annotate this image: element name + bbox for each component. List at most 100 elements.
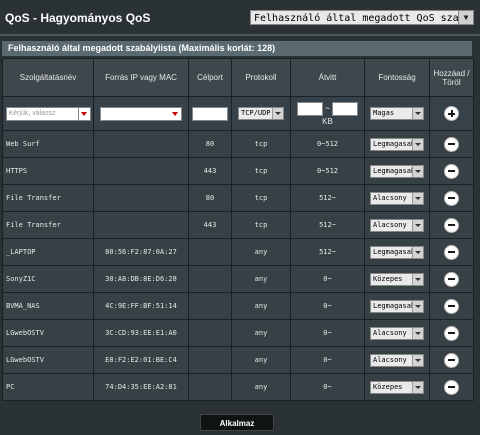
rule-name: File Transfer bbox=[2, 211, 94, 239]
new-rule-row: Kérjük, válassz TCP/UDP ~ KB Magas bbox=[2, 96, 474, 131]
transfer-from-input[interactable] bbox=[296, 101, 323, 116]
rule-priority-select[interactable]: Legmagasabb bbox=[370, 299, 424, 313]
new-add-cell bbox=[429, 96, 474, 131]
rule-transfer: 0~ bbox=[290, 373, 365, 401]
rule-priority-select[interactable]: Közepes bbox=[370, 380, 424, 394]
rule-priority-cell: Legmagasabb bbox=[364, 157, 430, 185]
service-name-dropdown[interactable] bbox=[78, 106, 91, 121]
priority-select[interactable]: Magas bbox=[370, 107, 424, 120]
rule-source: E8:F2:E2:01:BE:C4 bbox=[93, 346, 189, 374]
delete-rule-button[interactable] bbox=[444, 298, 459, 314]
chevron-down-icon bbox=[78, 107, 90, 120]
new-name-cell: Kérjük, válassz bbox=[2, 96, 94, 131]
transfer-range: ~ KB bbox=[296, 101, 359, 126]
rule-priority-select[interactable]: Alacsony bbox=[370, 218, 424, 232]
rule-protocol: any bbox=[231, 265, 291, 293]
rule-transfer: 0~ bbox=[290, 346, 365, 374]
rule-protocol: any bbox=[231, 346, 291, 374]
table-row: _LAPTOP 80:56:F2:87:0A:27 any 512~ Legmagasa… bbox=[2, 238, 474, 266]
rule-name: File Transfer bbox=[2, 184, 94, 212]
rule-port: 80 bbox=[188, 184, 232, 212]
rule-protocol: any bbox=[231, 238, 291, 266]
service-name-input[interactable]: Kérjük, válassz bbox=[5, 106, 79, 121]
rule-priority-select[interactable]: Legmagasabb bbox=[370, 137, 424, 151]
delete-rule-button[interactable] bbox=[444, 190, 459, 206]
delete-rule-button[interactable] bbox=[444, 136, 459, 152]
rule-delete-cell bbox=[429, 346, 474, 374]
add-rule-button[interactable] bbox=[444, 106, 459, 121]
rule-port bbox=[188, 346, 232, 374]
rule-protocol: tcp bbox=[231, 130, 291, 158]
source-ip-mac-input[interactable] bbox=[100, 106, 182, 121]
delete-rule-button[interactable] bbox=[444, 379, 459, 395]
rule-priority-select[interactable]: Alacsony bbox=[370, 191, 424, 205]
table-row: PC 74:D4:35:EE:A2:81 any 0~ Közepes bbox=[2, 373, 474, 401]
rule-name: BVMA_NAS bbox=[2, 292, 94, 320]
divider bbox=[0, 34, 480, 36]
table-row: BVMA_NAS 4C:9E:FF:BF:51:14 any 0~ Legmagasab… bbox=[2, 292, 474, 320]
table-row: SonyZ1C 30:A8:DB:8E:D6:28 any 0~ Közepes bbox=[2, 265, 474, 293]
rule-port: 80 bbox=[188, 130, 232, 158]
rule-delete-cell bbox=[429, 184, 474, 212]
rule-protocol: any bbox=[231, 319, 291, 347]
new-port-cell bbox=[188, 96, 232, 131]
delete-rule-button[interactable] bbox=[444, 163, 459, 179]
rule-source bbox=[93, 157, 189, 185]
delete-rule-button[interactable] bbox=[444, 271, 459, 287]
rule-source bbox=[93, 184, 189, 212]
rules-table: Szolgáltatásnév Forrás IP vagy MAC Célpo… bbox=[2, 58, 474, 401]
rule-priority-cell: Legmagasabb bbox=[364, 238, 430, 266]
chevron-down-icon bbox=[170, 107, 181, 120]
delete-rule-button[interactable] bbox=[444, 244, 459, 260]
rule-name: HTTPS bbox=[2, 157, 94, 185]
transfer-to-input[interactable] bbox=[332, 101, 359, 116]
chevron-down-icon bbox=[412, 246, 423, 258]
new-source-cell bbox=[93, 96, 189, 131]
table-row: LGwebOSTV E8:F2:E2:01:BE:C4 any 0~ Alacsony bbox=[2, 346, 474, 374]
rule-delete-cell bbox=[429, 265, 474, 293]
rule-transfer: 0~512 bbox=[290, 157, 365, 185]
rule-priority-select[interactable]: Alacsony bbox=[370, 353, 424, 367]
rule-priority-select[interactable]: Közepes bbox=[370, 272, 424, 286]
rule-priority-select[interactable]: Legmagasabb bbox=[370, 245, 424, 259]
col-protocol: Protokoll bbox=[231, 58, 291, 97]
chevron-down-icon bbox=[412, 138, 423, 150]
protocol-select[interactable]: TCP/UDP bbox=[238, 107, 284, 120]
chevron-down-icon bbox=[412, 108, 423, 119]
rule-port bbox=[188, 265, 232, 293]
col-add-delete: Hozzáad / Töröl bbox=[429, 58, 474, 97]
apply-button[interactable]: Alkalmaz bbox=[200, 414, 274, 431]
rule-transfer: 0~ bbox=[290, 265, 365, 293]
col-source: Forrás IP vagy MAC bbox=[93, 58, 189, 97]
delete-rule-button[interactable] bbox=[444, 325, 459, 341]
chevron-down-icon: ▼ bbox=[458, 11, 473, 24]
chevron-down-icon bbox=[412, 354, 423, 366]
chevron-down-icon bbox=[412, 165, 423, 177]
rule-priority-select[interactable]: Alacsony bbox=[370, 326, 424, 340]
rule-source bbox=[93, 211, 189, 239]
qos-mode-value: Felhasználó által megadott QoS szabályok bbox=[254, 13, 474, 24]
rule-port bbox=[188, 292, 232, 320]
port-input[interactable] bbox=[192, 106, 228, 121]
chevron-down-icon bbox=[412, 327, 423, 339]
rule-name: Web Surf bbox=[2, 130, 94, 158]
rule-port: 443 bbox=[188, 157, 232, 185]
rule-protocol: any bbox=[231, 373, 291, 401]
table-header: Szolgáltatásnév Forrás IP vagy MAC Célpo… bbox=[2, 58, 474, 97]
chevron-down-icon bbox=[412, 300, 423, 312]
col-transferred: Átvitt bbox=[290, 58, 365, 97]
rule-port bbox=[188, 238, 232, 266]
rule-priority-cell: Legmagasabb bbox=[364, 130, 430, 158]
table-row: File Transfer 443 tcp 512~ Alacsony bbox=[2, 211, 474, 239]
delete-rule-button[interactable] bbox=[444, 352, 459, 368]
qos-mode-select[interactable]: Felhasználó által megadott QoS szabályok… bbox=[250, 10, 474, 25]
rule-name: SonyZ1C bbox=[2, 265, 94, 293]
rule-priority-cell: Közepes bbox=[364, 265, 430, 293]
rule-name: LGwebOSTV bbox=[2, 319, 94, 347]
delete-rule-button[interactable] bbox=[444, 217, 459, 233]
col-service-name: Szolgáltatásnév bbox=[2, 58, 94, 97]
rule-protocol: tcp bbox=[231, 157, 291, 185]
rule-delete-cell bbox=[429, 319, 474, 347]
rule-source: 74:D4:35:EE:A2:81 bbox=[93, 373, 189, 401]
rule-priority-select[interactable]: Legmagasabb bbox=[370, 164, 424, 178]
